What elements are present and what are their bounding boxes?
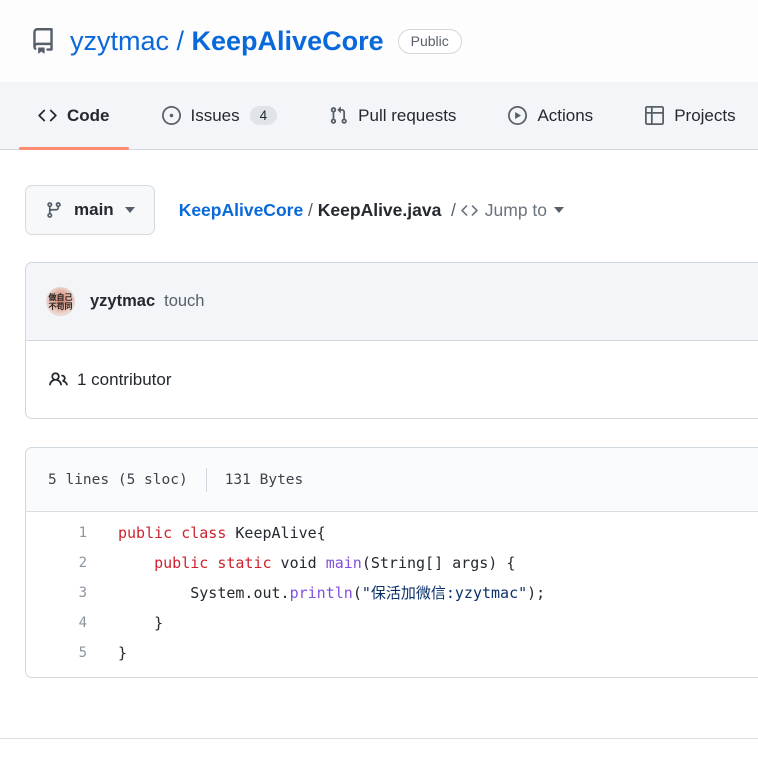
issue-opened-icon <box>162 106 181 125</box>
line-number[interactable]: 4 <box>26 608 87 638</box>
repo-name-link[interactable]: KeepAliveCore <box>192 26 384 57</box>
code-line: 2 public static void main(String[] args)… <box>26 548 758 578</box>
code-icon <box>461 202 478 219</box>
breadcrumb-separator: / <box>441 200 460 221</box>
tab-label: Pull requests <box>358 106 456 126</box>
breadcrumb-file-name: KeepAlive.java <box>318 200 442 221</box>
repo-title-separator: / <box>169 26 192 57</box>
file-blob-header: 5 lines (5 sloc) 131 Bytes <box>26 448 758 512</box>
footer-divider <box>0 738 758 739</box>
play-circle-icon <box>508 106 527 125</box>
visibility-badge: Public <box>398 29 462 54</box>
code-line: 4 } <box>26 608 758 638</box>
repo-tab-nav: Code Issues 4 Pull requests Actions Proj… <box>0 82 758 150</box>
tab-pull-requests[interactable]: Pull requests <box>304 82 481 149</box>
branch-selector-button[interactable]: main <box>25 185 155 235</box>
breadcrumb-separator: / <box>303 200 318 221</box>
line-number[interactable]: 3 <box>26 578 87 608</box>
tab-actions[interactable]: Actions <box>483 82 618 149</box>
file-nav-row: main KeepAliveCore / KeepAlive.java / Ju… <box>25 185 758 235</box>
chevron-down-icon <box>554 207 564 213</box>
code-line-content: public static void main(String[] args) { <box>87 548 515 578</box>
avatar-text: 做自己 <box>49 293 73 302</box>
tab-label: Issues <box>191 106 240 126</box>
contributors-row: 1 contributor <box>26 341 758 418</box>
code-line-content: } <box>87 608 163 638</box>
tab-issues[interactable]: Issues 4 <box>137 82 303 149</box>
contributors-link[interactable]: 1 contributor <box>49 370 172 390</box>
breadcrumb: KeepAliveCore / KeepAlive.java / Jump to <box>179 200 564 221</box>
code-viewer: 1public class KeepAlive{2 public static … <box>26 512 758 677</box>
repo-header: yzytmac / KeepAliveCore Public <box>0 0 758 82</box>
code-line: 1public class KeepAlive{ <box>26 518 758 548</box>
tab-label: Code <box>67 106 110 126</box>
repo-content: main KeepAliveCore / KeepAlive.java / Ju… <box>0 185 758 678</box>
tab-code[interactable]: Code <box>13 82 135 149</box>
contributors-label: 1 contributor <box>77 370 172 390</box>
repo-icon <box>30 28 56 54</box>
latest-commit-header: 做自己 不苟同 yzytmac touch <box>26 263 758 341</box>
repo-owner-link[interactable]: yzytmac <box>70 26 169 57</box>
file-blob-box: 5 lines (5 sloc) 131 Bytes 1public class… <box>25 447 758 678</box>
file-size-info: 131 Bytes <box>225 472 304 488</box>
code-line: 3 System.out.println("保活加微信:yzytmac"); <box>26 578 758 608</box>
file-lines-info: 5 lines (5 sloc) <box>48 472 188 488</box>
jump-to-dropdown[interactable]: Jump to <box>461 200 564 221</box>
people-icon <box>49 370 68 389</box>
code-line-content: System.out.println("保活加微信:yzytmac"); <box>87 578 545 608</box>
project-table-icon <box>645 106 664 125</box>
git-branch-icon <box>45 201 63 219</box>
git-pull-request-icon <box>329 106 348 125</box>
line-number[interactable]: 5 <box>26 638 87 668</box>
code-line: 5} <box>26 638 758 668</box>
divider <box>206 468 207 492</box>
chevron-down-icon <box>125 207 135 213</box>
code-icon <box>38 106 57 125</box>
tab-projects[interactable]: Projects <box>620 82 758 149</box>
breadcrumb-repo-link[interactable]: KeepAliveCore <box>179 200 304 221</box>
jump-to-label: Jump to <box>485 200 547 221</box>
issues-count-badge: 4 <box>250 106 278 125</box>
line-number[interactable]: 2 <box>26 548 87 578</box>
latest-commit-box: 做自己 不苟同 yzytmac touch 1 contributor <box>25 262 758 419</box>
branch-name: main <box>74 200 114 220</box>
avatar-text: 不苟同 <box>49 302 73 311</box>
repo-title: yzytmac / KeepAliveCore <box>70 26 384 57</box>
avatar[interactable]: 做自己 不苟同 <box>46 287 75 316</box>
commit-message-link[interactable]: touch <box>164 292 204 311</box>
commit-author-link[interactable]: yzytmac <box>90 292 155 311</box>
line-number[interactable]: 1 <box>26 518 87 548</box>
tab-label: Projects <box>674 106 735 126</box>
code-line-content: } <box>87 638 127 668</box>
code-line-content: public class KeepAlive{ <box>87 518 326 548</box>
tab-label: Actions <box>537 106 593 126</box>
